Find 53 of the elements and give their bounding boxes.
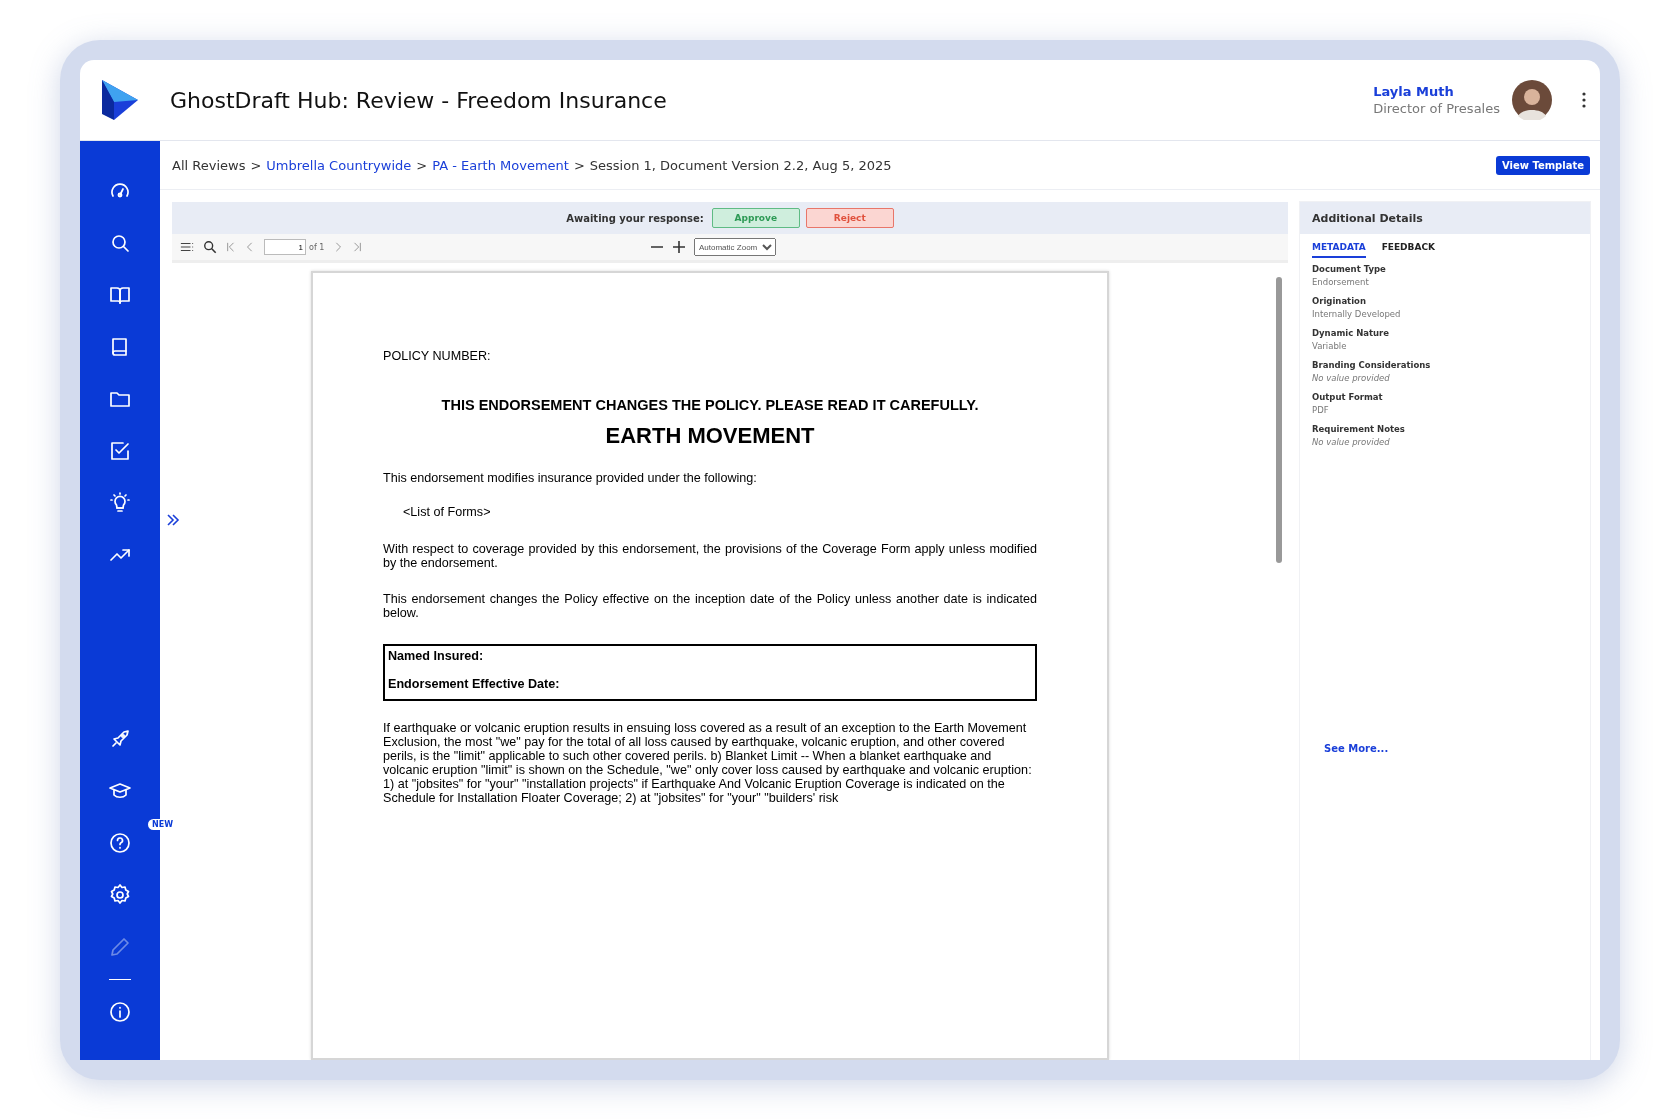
field-value: Internally Developed — [1312, 309, 1402, 319]
field-value: PDF — [1312, 405, 1330, 415]
zoom-dropdown[interactable]: Automatic Zoom — [694, 238, 776, 256]
user-name[interactable]: Layla Muth — [1373, 84, 1500, 99]
breadcrumb-separator: > — [573, 157, 585, 173]
details-title: Additional Details — [1300, 202, 1590, 234]
breadcrumb-link[interactable]: Umbrella Countrywide — [266, 157, 412, 173]
info-icon[interactable] — [108, 1000, 132, 1024]
lightbulb-icon[interactable] — [108, 491, 132, 515]
page-number-field[interactable]: 1 — [264, 239, 306, 255]
zoom-in-icon[interactable] — [672, 240, 686, 254]
checkbox-icon[interactable] — [108, 439, 132, 463]
field-label: Origination — [1312, 296, 1367, 306]
scrollbar[interactable] — [1276, 277, 1282, 563]
field-value: No value provided — [1312, 373, 1391, 383]
details-tab[interactable]: FEEDBACK — [1381, 242, 1435, 258]
gear-icon[interactable] — [108, 883, 132, 907]
document-title: EARTH MOVEMENT — [604, 423, 816, 450]
details-tab[interactable]: METADATA — [1312, 242, 1366, 258]
search-icon[interactable] — [203, 240, 217, 254]
document-text: <List of Forms> — [402, 505, 492, 520]
document-text: This endorsement modifies insurance provided under the following: — [383, 471, 758, 486]
app-title: GhostDraft Hub: Review - Freedom Insurance — [170, 87, 668, 113]
sidebar-toggle-icon[interactable] — [180, 240, 194, 254]
field-label: Requirement Notes — [1312, 424, 1406, 434]
document-notice: THIS ENDORSEMENT CHANGES THE POLICY. PLEASE READ IT CAREFULLY. — [440, 397, 980, 414]
field-label: Document Type — [1312, 264, 1387, 274]
field-value: No value provided — [1312, 437, 1391, 447]
field-label: Output Format — [1312, 392, 1384, 402]
breadcrumb-separator: > — [416, 157, 428, 173]
field-value: Variable — [1312, 341, 1348, 351]
view-template-button[interactable]: View Template — [1495, 155, 1590, 175]
document-text: POLICY NUMBER: — [383, 349, 492, 364]
field-label: Branding Considerations — [1312, 360, 1432, 370]
help-icon[interactable] — [108, 831, 132, 855]
user-role: Director of Presales — [1373, 101, 1500, 116]
avatar[interactable] — [1512, 80, 1552, 120]
page-count: of 1 — [309, 242, 325, 252]
logo-icon — [100, 78, 140, 122]
breadcrumb-text: Session 1, Document Version 2.2, Aug 5, 2025 — [589, 157, 892, 173]
breadcrumb-text: All Reviews — [172, 157, 246, 173]
document-text: If earthquake or volcanic eruption results in ensuing loss covered as a result of an exception to the Earth Movement Exclusion, the most "we" pay for the total of all loss caused by earthquake, volcanic eruption, and other covered perils, is the "limit" applicable to such other covered perils. b) Blanket Limit -- When a blanket earthquake and volcanic eruption "limit" is shown on the Schedule, "we" only cover loss caused by earthquake and volcanic eruption: 1) at "jobsites" for "your" "installation projects" if Earthquake And Volcanic Eruption Coverage is indicated on the Schedule for Installation Floater Coverage; 2) at "jobsites" for "your" "builders' risk — [383, 720, 1033, 806]
document-paragraph: This endorsement changes the Policy effective on the inception date of the Policy unless another date is indicated below. — [383, 591, 1037, 620]
more-icon[interactable] — [1582, 92, 1586, 108]
response-prompt: Awaiting your response: — [566, 212, 704, 224]
field-label: Named Insured: — [388, 648, 485, 663]
breadcrumb-separator: > — [250, 157, 262, 173]
document-paragraph: With respect to coverage provided by this endorsement, the provisions of the Coverage Form apply unless modified by the endorsement. — [383, 541, 1037, 570]
see-more-link[interactable]: See More... — [1324, 743, 1590, 754]
breadcrumb-link[interactable]: PA - Earth Movement — [432, 157, 569, 173]
field-label: Dynamic Nature — [1312, 328, 1391, 338]
field-label: Endorsement Effective Date: — [388, 676, 561, 691]
field-value: Endorsement — [1312, 277, 1370, 287]
